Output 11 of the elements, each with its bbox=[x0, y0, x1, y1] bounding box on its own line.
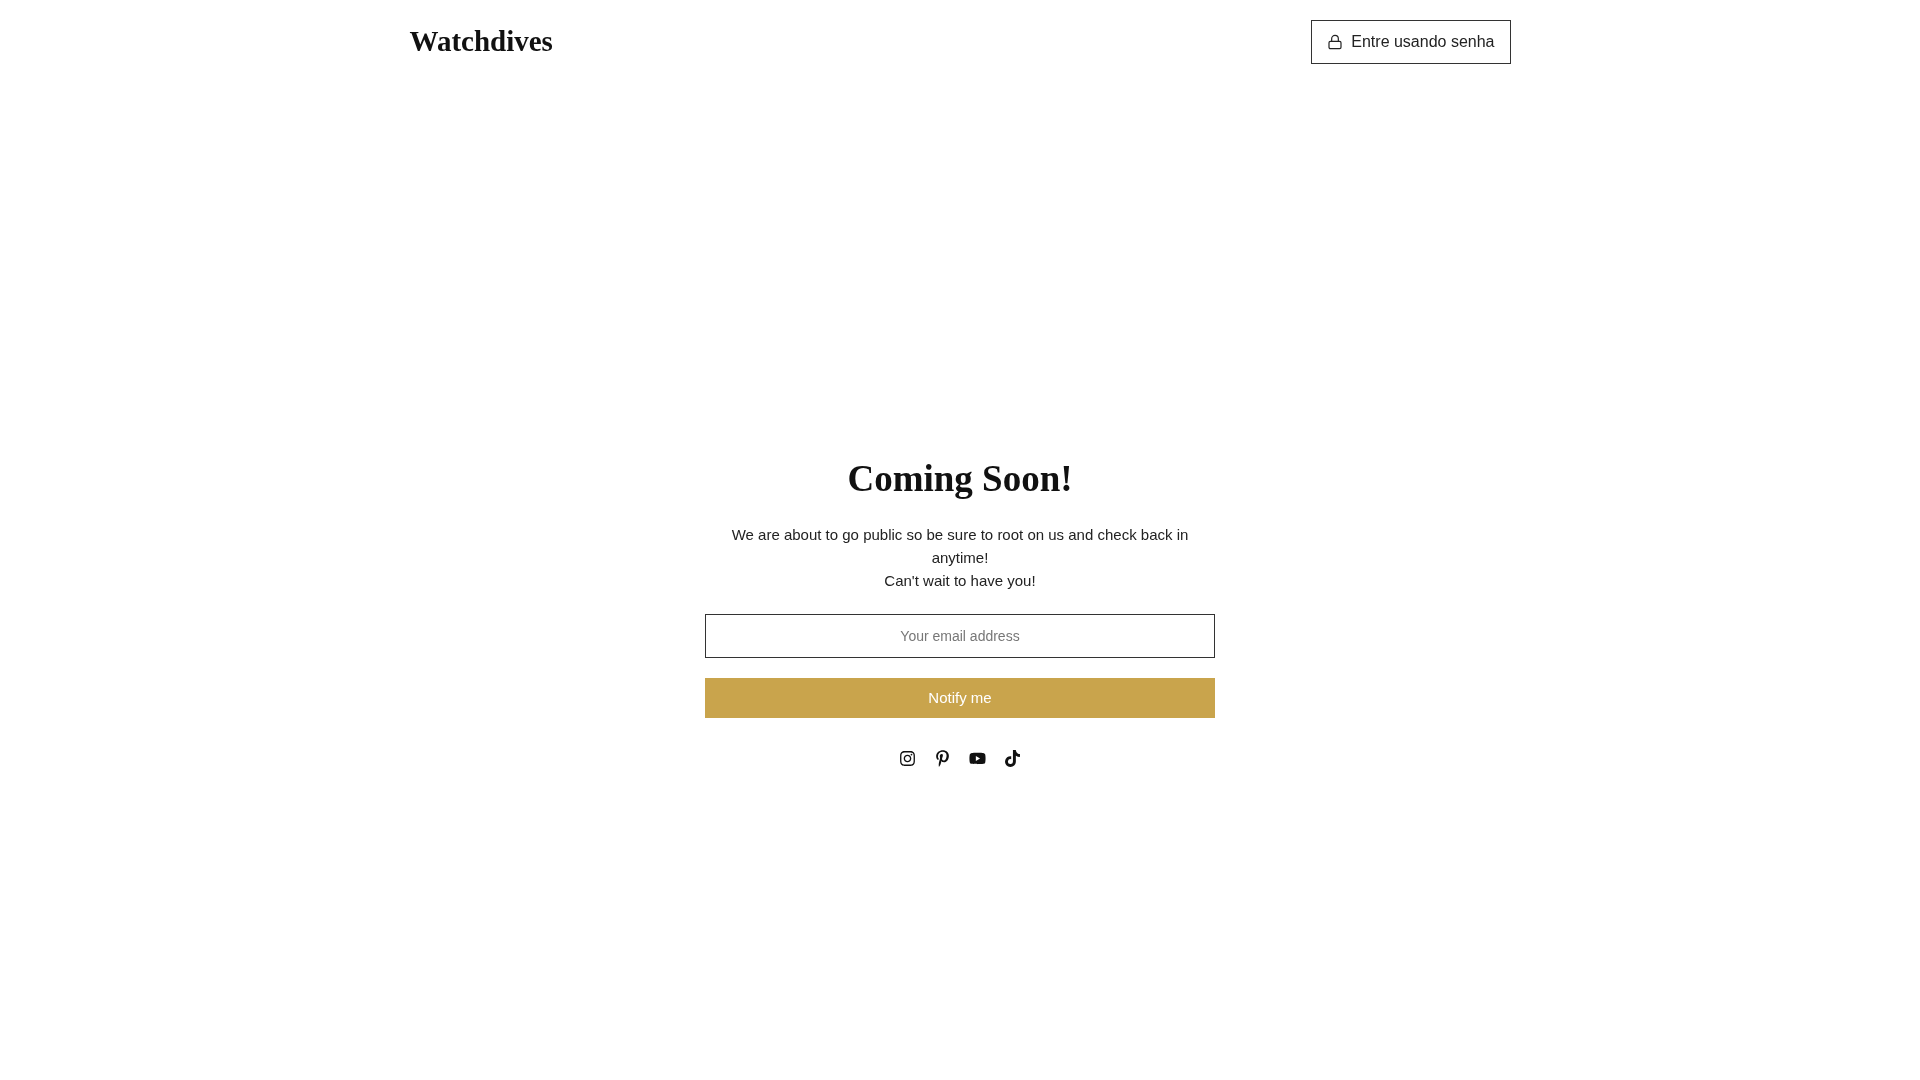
intro-text: Can't wait to have you! bbox=[884, 571, 1036, 591]
email-field[interactable]: Your email address bbox=[705, 614, 1215, 658]
youtube-icon[interactable] bbox=[969, 750, 986, 767]
instagram-icon[interactable] bbox=[899, 750, 916, 767]
login-button[interactable]: Entre usando senha bbox=[1311, 20, 1511, 64]
tiktok-icon[interactable] bbox=[1004, 750, 1021, 767]
page-heading: Coming Soon! bbox=[847, 457, 1073, 501]
intro-text: We are about to go public so be sure to root on us and check back in anytime! bbox=[730, 525, 1190, 568]
lock-icon bbox=[1327, 34, 1344, 50]
site-logo[interactable]: Watchdives bbox=[409, 20, 553, 64]
pinterest-icon[interactable] bbox=[934, 750, 951, 767]
